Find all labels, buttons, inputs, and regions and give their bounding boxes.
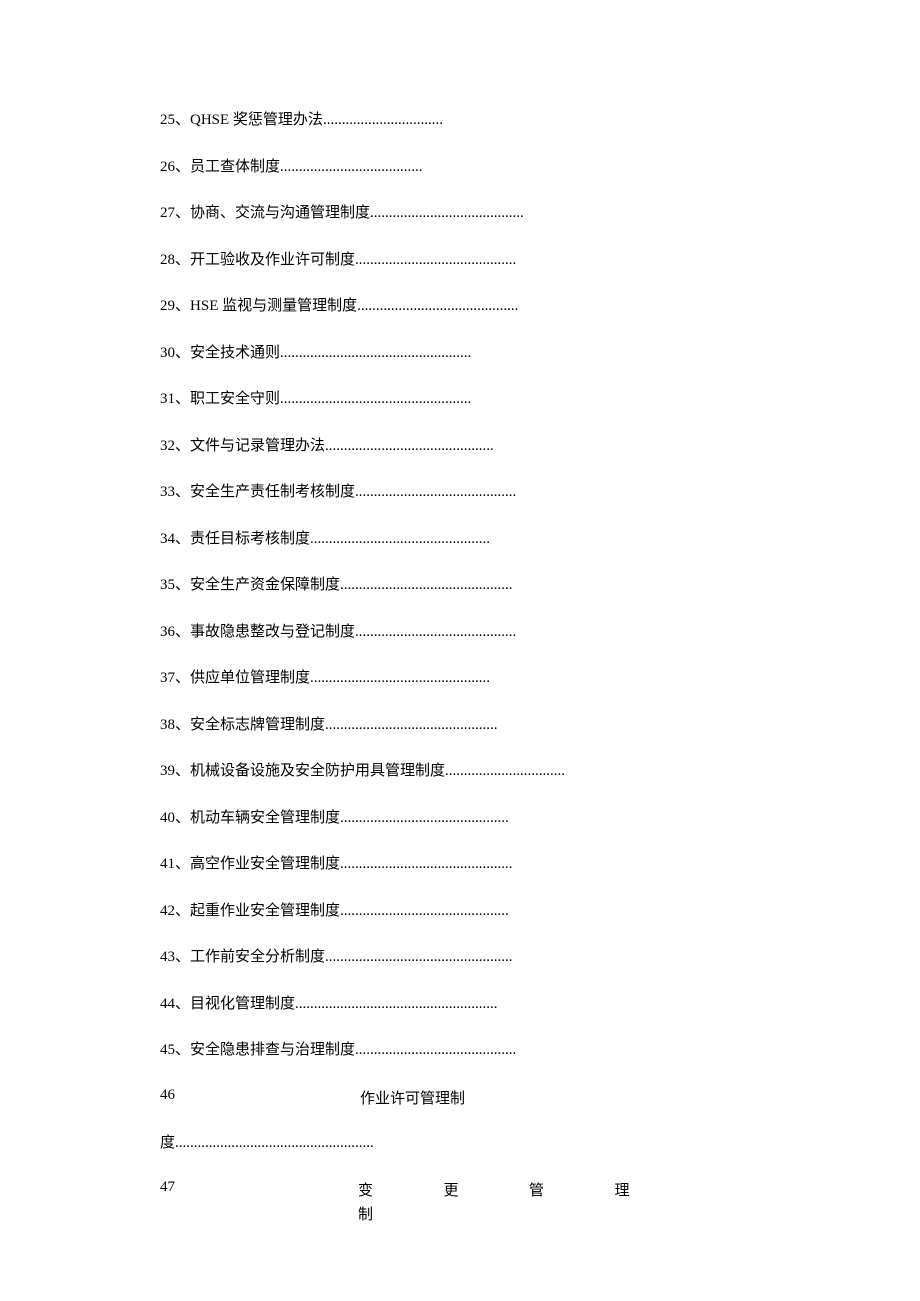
toc-dots: ................................ <box>445 763 565 779</box>
toc-num: 28、 <box>160 252 190 268</box>
toc-item: 41、高空作业安全管理制度...........................… <box>160 854 765 875</box>
toc-dots: ........................................… <box>325 717 498 733</box>
toc-title: 安全生产资金保障制度 <box>190 577 340 593</box>
toc-num: 40、 <box>160 810 190 826</box>
toc-title: 责任目标考核制度 <box>190 531 310 547</box>
toc-item: 33、安全生产责任制考核制度..........................… <box>160 482 765 503</box>
toc-title: 起重作业安全管理制度 <box>190 903 340 919</box>
toc-title: 机械设备设施及安全防护用具管理制度 <box>190 763 445 779</box>
toc-item: 34、责任目标考核制度.............................… <box>160 529 765 550</box>
toc-item: 42、起重作业安全管理制度...........................… <box>160 901 765 922</box>
toc-title: 安全技术通则 <box>190 345 280 361</box>
toc-num: 41、 <box>160 856 190 872</box>
toc-dots: ........................................… <box>355 252 516 268</box>
toc-title: 安全生产责任制考核制度 <box>190 484 355 500</box>
toc-item: 26、员工查体制度...............................… <box>160 157 765 178</box>
toc-char: 制 <box>358 1207 373 1223</box>
toc-item: 29、HSE 监视与测量管理制度........................… <box>160 296 765 317</box>
toc-dots: ........................................… <box>370 205 524 221</box>
toc-dots: ........................................… <box>355 624 516 640</box>
toc-title: 工作前安全分析制度 <box>190 949 325 965</box>
toc-num: 27、 <box>160 205 190 221</box>
toc-num: 34、 <box>160 531 190 547</box>
toc-item: 37、供应单位管理制度.............................… <box>160 668 765 689</box>
toc-char: 管 <box>529 1179 615 1200</box>
toc-item: 35、安全生产资金保障制度...........................… <box>160 575 765 596</box>
toc-title: 协商、交流与沟通管理制度 <box>190 205 370 221</box>
toc-title: 安全隐患排查与治理制度 <box>190 1042 355 1058</box>
toc-item: 30、安全技术通则...............................… <box>160 343 765 364</box>
toc-dots: ........................................… <box>340 856 513 872</box>
toc-num: 38、 <box>160 717 190 733</box>
toc-dots: ........................................… <box>340 810 509 826</box>
toc-dots: ........................................… <box>310 531 490 547</box>
toc-item: 27、协商、交流与沟通管理制度.........................… <box>160 203 765 224</box>
toc-dots: ........................................… <box>340 903 509 919</box>
toc-dots: ........................................… <box>325 438 494 454</box>
toc-item: 39、机械设备设施及安全防护用具管理制度....................… <box>160 761 765 782</box>
toc-dots: ........................................… <box>310 670 490 686</box>
toc-title: HSE 监视与测量管理制度 <box>190 298 357 314</box>
toc-num: 46 <box>160 1087 175 1108</box>
toc-num: 44、 <box>160 996 190 1012</box>
toc-dots: ........................................… <box>280 345 471 361</box>
toc-item-46: 46 作业许可管理制 <box>160 1087 765 1108</box>
toc-title: 安全标志牌管理制度 <box>190 717 325 733</box>
toc-num: 25、 <box>160 112 190 128</box>
toc-item: 32、文件与记录管理办法............................… <box>160 436 765 457</box>
toc-item: 44、目视化管理制度..............................… <box>160 994 765 1015</box>
toc-num: 33、 <box>160 484 190 500</box>
toc-num: 30、 <box>160 345 190 361</box>
toc-num: 26、 <box>160 159 190 175</box>
toc-num: 39、 <box>160 763 190 779</box>
toc-char: 理 <box>615 1179 701 1200</box>
toc-title: 作业许可管理制 <box>360 1087 465 1108</box>
toc-item: 45、安全隐患排查与治理制度..........................… <box>160 1040 765 1061</box>
toc-dots: ........................................… <box>325 949 513 965</box>
toc-dots: ........................................… <box>175 1135 374 1151</box>
toc-item: 31、职工安全守则...............................… <box>160 389 765 410</box>
toc-title: 目视化管理制度 <box>190 996 295 1012</box>
toc-num: 31、 <box>160 391 190 407</box>
toc-title: 供应单位管理制度 <box>190 670 310 686</box>
toc-dots: ................................ <box>323 112 443 128</box>
toc-num: 32、 <box>160 438 190 454</box>
toc-dots: ........................................… <box>280 391 471 407</box>
toc-container: 25、QHSE 奖惩管理办法..........................… <box>160 110 765 1224</box>
toc-item: 43、工作前安全分析制度............................… <box>160 947 765 968</box>
toc-num: 42、 <box>160 903 190 919</box>
toc-item: 25、QHSE 奖惩管理办法..........................… <box>160 110 765 131</box>
toc-dots: ........................................… <box>355 1042 516 1058</box>
toc-num: 29、 <box>160 298 190 314</box>
toc-num: 43、 <box>160 949 190 965</box>
toc-title: 事故隐患整改与登记制度 <box>190 624 355 640</box>
toc-char: 变 <box>358 1179 444 1200</box>
toc-dots: ........................................… <box>357 298 518 314</box>
toc-item-46-cont: 度.......................................… <box>160 1133 765 1154</box>
toc-title: 高空作业安全管理制度 <box>190 856 340 872</box>
toc-item: 40、机动车辆安全管理制度...........................… <box>160 808 765 829</box>
toc-title: 机动车辆安全管理制度 <box>190 810 340 826</box>
toc-num: 36、 <box>160 624 190 640</box>
toc-dots: ........................................… <box>295 996 498 1012</box>
toc-num: 47 <box>160 1179 358 1200</box>
toc-char: 更 <box>444 1179 530 1200</box>
toc-title-cont: 度 <box>160 1135 175 1151</box>
toc-title: 职工安全守则 <box>190 391 280 407</box>
toc-dots: ........................................… <box>355 484 516 500</box>
toc-num: 45、 <box>160 1042 190 1058</box>
toc-num: 37、 <box>160 670 190 686</box>
toc-item: 38、安全标志牌管理制度............................… <box>160 715 765 736</box>
toc-title: 员工查体制度 <box>190 159 280 175</box>
toc-title: QHSE 奖惩管理办法 <box>190 112 323 128</box>
toc-num: 35、 <box>160 577 190 593</box>
toc-title: 开工验收及作业许可制度 <box>190 252 355 268</box>
toc-item: 36、事故隐患整改与登记制度..........................… <box>160 622 765 643</box>
toc-title: 文件与记录管理办法 <box>190 438 325 454</box>
toc-dots: ...................................... <box>280 159 423 175</box>
toc-item-47: 47 变 更 管 理 制 <box>160 1179 765 1224</box>
toc-item: 28、开工验收及作业许可制度..........................… <box>160 250 765 271</box>
toc-dots: ........................................… <box>340 577 513 593</box>
